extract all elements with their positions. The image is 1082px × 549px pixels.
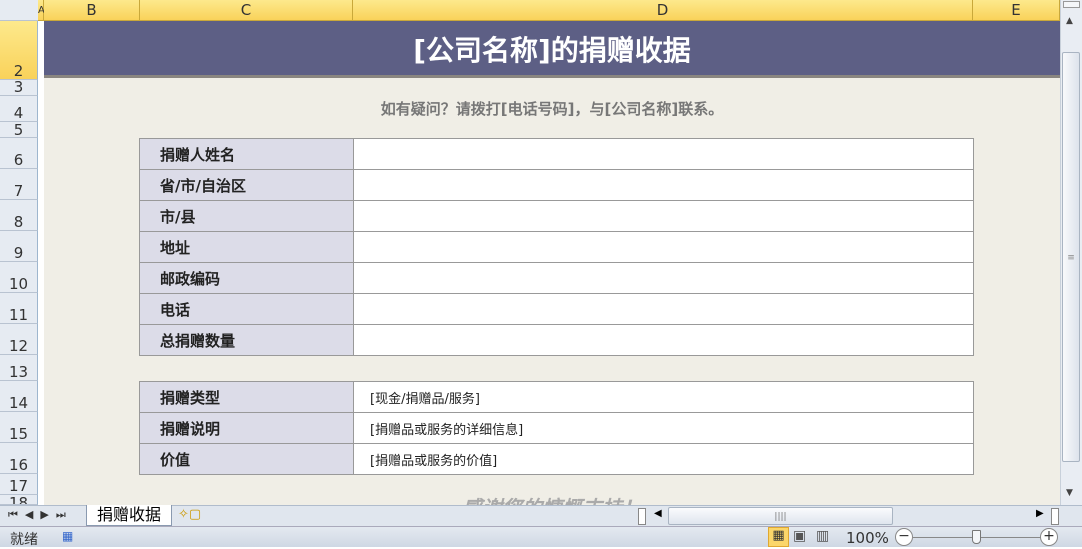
row-header[interactable]: 4 xyxy=(0,96,38,122)
status-ready: 就绪 xyxy=(10,532,38,548)
field-label[interactable]: 捐赠人姓名 xyxy=(139,138,354,170)
sheet-tab-active[interactable]: 捐赠收据 xyxy=(86,505,172,526)
row-header[interactable]: 18 xyxy=(0,495,38,505)
zoom-level[interactable]: 100% xyxy=(846,529,889,547)
sheet-tab-bar: ⏮◀▶⏭ 捐赠收据 ✧▢ ◀ |||| ▶ xyxy=(0,505,1082,526)
page-break-view-icon[interactable]: ▥ xyxy=(816,528,829,544)
donor-info-table: 捐赠人姓名 省/市/自治区 市/县 地址 邮政编码 电话 总捐赠数量 xyxy=(139,138,974,356)
row-header[interactable]: 6 xyxy=(0,138,38,169)
table-row: 地址 xyxy=(139,231,974,263)
field-label[interactable]: 省/市/自治区 xyxy=(139,169,354,201)
field-value[interactable]: [现金/捐赠品/服务] xyxy=(353,381,974,413)
vsplit-handle[interactable] xyxy=(1051,508,1059,525)
tab-split-handle[interactable] xyxy=(638,508,646,525)
field-label[interactable]: 捐赠说明 xyxy=(139,412,354,444)
page-title[interactable]: [公司名称]的捐赠收据 xyxy=(44,21,1060,78)
field-label[interactable]: 电话 xyxy=(139,293,354,325)
field-value[interactable] xyxy=(353,200,974,232)
split-handle[interactable] xyxy=(1063,1,1080,8)
row-header[interactable]: 11 xyxy=(0,293,38,324)
row-header[interactable]: 10 xyxy=(0,262,38,293)
scroll-right-icon[interactable]: ▶ xyxy=(1036,508,1044,519)
field-value[interactable]: [捐赠品或服务的价值] xyxy=(353,443,974,475)
row-header[interactable]: 3 xyxy=(0,80,38,96)
field-label[interactable]: 邮政编码 xyxy=(139,262,354,294)
col-header-d[interactable]: D xyxy=(353,0,973,21)
row-header[interactable]: 13 xyxy=(0,355,38,381)
field-label[interactable]: 地址 xyxy=(139,231,354,263)
row-header[interactable]: 9 xyxy=(0,231,38,262)
table-row: 市/县 xyxy=(139,200,974,232)
sheet-nav-arrows-icon[interactable]: ⏮◀▶⏭ xyxy=(8,508,73,522)
table-row: 捐赠人姓名 xyxy=(139,138,974,170)
scroll-up-icon[interactable]: ▲ xyxy=(1066,16,1073,26)
field-value[interactable] xyxy=(353,324,974,356)
table-row: 邮政编码 xyxy=(139,262,974,294)
row-header[interactable]: 12 xyxy=(0,324,38,355)
scroll-down-icon[interactable]: ▼ xyxy=(1066,488,1073,498)
row-header[interactable]: 16 xyxy=(0,443,38,474)
field-value[interactable] xyxy=(353,138,974,170)
zoom-slider-thumb[interactable] xyxy=(972,530,981,544)
page-layout-view-icon[interactable]: ▣ xyxy=(793,528,806,544)
table-row: 电话 xyxy=(139,293,974,325)
field-label[interactable]: 价值 xyxy=(139,443,354,475)
row-header[interactable]: 7 xyxy=(0,169,38,200)
col-header-c[interactable]: C xyxy=(140,0,353,21)
table-row: 捐赠类型 [现金/捐赠品/服务] xyxy=(139,381,974,413)
macro-record-icon[interactable]: ▦ xyxy=(62,529,73,543)
table-row: 省/市/自治区 xyxy=(139,169,974,201)
col-header-e[interactable]: E xyxy=(973,0,1060,21)
table-row: 价值 [捐赠品或服务的价值] xyxy=(139,443,974,475)
donation-table: 捐赠类型 [现金/捐赠品/服务] 捐赠说明 [捐赠品或服务的详细信息] 价值 [捐赠品或服… xyxy=(139,381,974,475)
vertical-scrollbar[interactable]: ▲ ≡ ▼ xyxy=(1060,0,1082,505)
field-value[interactable] xyxy=(353,231,974,263)
zoom-in-icon[interactable]: + xyxy=(1040,528,1058,546)
row-header[interactable]: 15 xyxy=(0,412,38,443)
row-header[interactable]: 2 xyxy=(0,21,38,80)
field-value[interactable] xyxy=(353,169,974,201)
col-header-b[interactable]: B xyxy=(44,0,140,21)
table-row: 总捐赠数量 xyxy=(139,324,974,356)
row-header[interactable]: 14 xyxy=(0,381,38,412)
field-value[interactable]: [捐赠品或服务的详细信息] xyxy=(353,412,974,444)
field-value[interactable] xyxy=(353,262,974,294)
insert-sheet-icon[interactable]: ✧▢ xyxy=(178,507,201,522)
scroll-left-icon[interactable]: ◀ xyxy=(654,508,662,519)
normal-view-icon[interactable]: ▦ xyxy=(768,527,789,547)
contact-note[interactable]: 如有疑问？请拨打[电话号码]，与[公司名称]联系。 xyxy=(44,98,1060,119)
row-header[interactable]: 8 xyxy=(0,200,38,231)
field-label[interactable]: 市/县 xyxy=(139,200,354,232)
field-label[interactable]: 捐赠类型 xyxy=(139,381,354,413)
zoom-out-icon[interactable]: − xyxy=(895,528,913,546)
vertical-scroll-thumb[interactable]: ≡ xyxy=(1062,52,1080,462)
field-label[interactable]: 总捐赠数量 xyxy=(139,324,354,356)
status-bar: 就绪 ▦ ▦ ▣ ▥ 100% − + xyxy=(0,526,1082,548)
row-header[interactable]: 17 xyxy=(0,474,38,495)
row-header[interactable]: 5 xyxy=(0,122,38,138)
table-row: 捐赠说明 [捐赠品或服务的详细信息] xyxy=(139,412,974,444)
field-value[interactable] xyxy=(353,293,974,325)
horizontal-scroll-thumb[interactable]: |||| xyxy=(668,507,893,525)
